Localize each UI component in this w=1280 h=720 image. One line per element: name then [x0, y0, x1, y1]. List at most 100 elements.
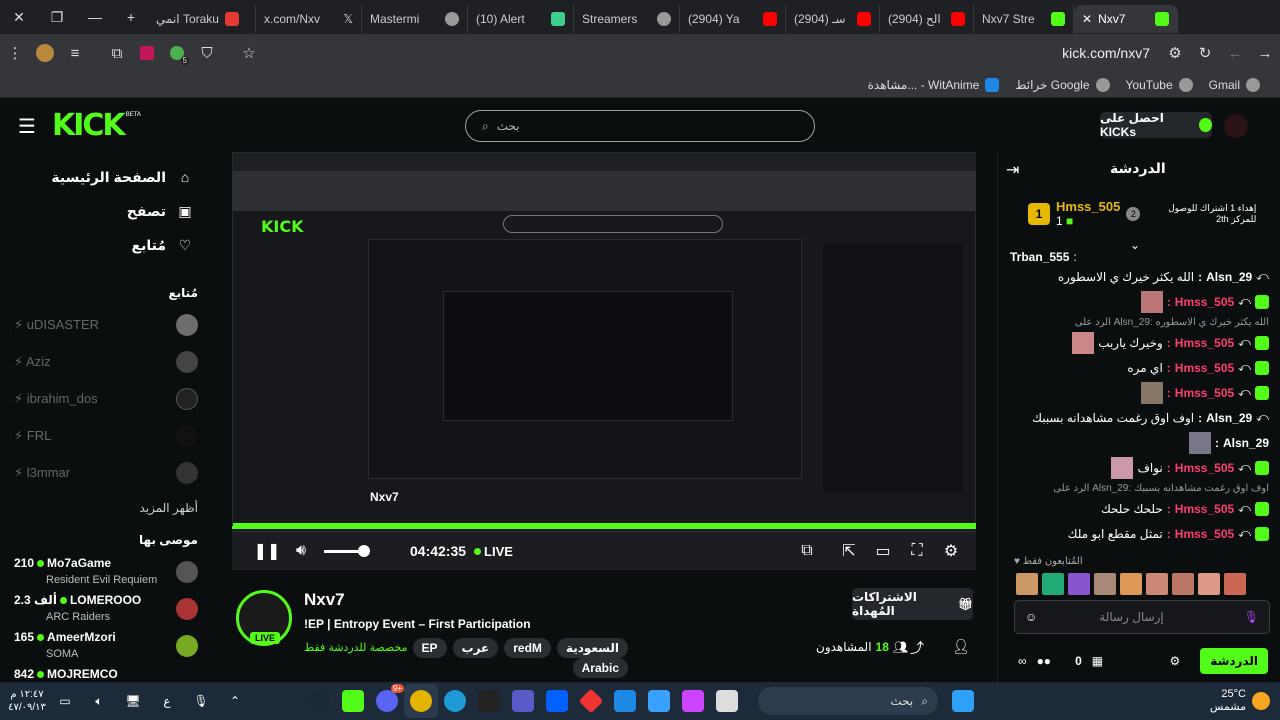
discord-icon[interactable]: 9+ — [370, 684, 404, 718]
volume-tray-icon[interactable]: 🔈︎ — [82, 684, 116, 718]
infinity-icon[interactable]: ∞ — [1018, 654, 1027, 668]
mail-icon[interactable] — [608, 684, 642, 718]
emote[interactable] — [1120, 573, 1142, 595]
bookmark-maps[interactable]: خرائط Google — [1015, 77, 1110, 92]
reload-icon[interactable]: ↻ — [1190, 38, 1220, 68]
reply-icon[interactable]: ⤺ — [1256, 269, 1269, 284]
browser-tab[interactable]: (2904) Ya — [680, 5, 786, 33]
chat-settings-icon[interactable]: ⚙ — [1170, 654, 1181, 668]
username[interactable]: Trban_555 — [1010, 250, 1069, 264]
follow-icon[interactable]: 👤︎ — [952, 638, 970, 655]
emote[interactable] — [1068, 573, 1090, 595]
username[interactable]: Alsn_29 — [1206, 411, 1252, 425]
recommended-channel[interactable]: 165 AmeerMzori SOMA — [0, 627, 212, 664]
followed-channel[interactable]: ⚡ FRL — [0, 417, 212, 454]
windows-start-icon[interactable] — [946, 684, 980, 718]
extension-icon[interactable] — [132, 38, 162, 68]
gift-subs-button[interactable]: الاشتراكات المُهداة 🎁︎ — [852, 588, 973, 620]
channel-name[interactable]: Nxv7 — [304, 590, 345, 610]
pause-button[interactable]: ❚❚ — [250, 541, 284, 561]
share-icon[interactable]: ⤴ — [910, 638, 924, 658]
taskbar-search[interactable]: بحث ⌕ — [758, 687, 938, 715]
sidebar-item-browse[interactable]: ▣ تصفح — [0, 194, 212, 228]
followed-channel[interactable]: ⚡ uDISASTER — [0, 306, 212, 343]
username[interactable]: Hmss_505 — [1175, 461, 1234, 475]
chat-only-category[interactable]: مخصصة للدردشة فقط — [304, 641, 407, 654]
reply-icon[interactable]: ⤺ — [1238, 526, 1251, 541]
search-input[interactable]: ⌕ بحث — [465, 110, 815, 142]
volume-slider[interactable] — [324, 544, 370, 557]
app-icon[interactable] — [574, 684, 608, 718]
send-chat-button[interactable]: الدردشة — [1200, 648, 1268, 674]
user-avatar[interactable] — [1224, 114, 1248, 138]
gifter-name[interactable]: Hmss_505 — [1056, 199, 1120, 214]
browser-tab[interactable]: (2904) الح — [880, 5, 974, 33]
close-tab-icon[interactable]: ✕ — [1082, 12, 1092, 26]
menu-dots-icon[interactable]: ⋮ — [0, 38, 30, 68]
theater-mode-icon[interactable]: ▭ — [866, 541, 900, 561]
mic-icon[interactable]: 🎙︎ — [1244, 610, 1259, 624]
new-tab-button[interactable]: + — [114, 0, 148, 34]
dropbox-icon[interactable] — [540, 684, 574, 718]
show-more-link[interactable]: أظهر المزيد — [0, 495, 212, 521]
mic-tray-icon[interactable]: 🎙︎ — [184, 684, 218, 718]
browser-tab[interactable]: Mastermi — [362, 5, 468, 33]
shield-icon[interactable]: ⛉ — [192, 38, 222, 68]
tag[interactable]: Arabic — [572, 658, 628, 678]
username[interactable]: Hmss_505 — [1175, 336, 1234, 350]
minimize-window-icon[interactable]: — — [76, 0, 114, 34]
collapse-icon[interactable]: ⇱ — [832, 541, 866, 561]
browser-tab-active[interactable]: ✕ Nxv7 — [1074, 5, 1178, 33]
reading-list-icon[interactable]: ≡ — [60, 38, 90, 68]
clip-icon[interactable]: ⧉ — [790, 542, 824, 560]
reply-icon[interactable]: ⤺ — [1238, 460, 1251, 475]
volume-icon[interactable]: 🔊︎ — [284, 542, 318, 560]
sidebar-item-following[interactable]: ♡ مُتابع — [0, 228, 212, 262]
username[interactable]: Hmss_505 — [1175, 361, 1234, 375]
video-player[interactable]: KICK Nxv7 — [232, 152, 976, 570]
kick-logo[interactable]: KICK BETA — [52, 108, 141, 143]
browser-tab[interactable]: x.com/Nxv 𝕏 — [256, 5, 362, 33]
collapse-chat-icon[interactable]: ⇥ — [1006, 160, 1019, 180]
get-kicks-button[interactable]: احصل على KICKs — [1100, 111, 1212, 139]
steam-icon[interactable] — [302, 684, 336, 718]
emote[interactable] — [1172, 573, 1194, 595]
tag[interactable]: redM — [504, 638, 551, 658]
app-icon[interactable] — [336, 684, 370, 718]
bookmark-star-icon[interactable]: ☆ — [234, 38, 264, 68]
hamburger-menu-icon[interactable]: ☰ — [18, 114, 36, 139]
username[interactable]: Hmss_505 — [1175, 502, 1234, 516]
close-window-icon[interactable]: ✕ — [0, 0, 38, 34]
file-explorer-icon[interactable] — [710, 684, 744, 718]
fullscreen-icon[interactable]: ⛶ — [900, 542, 934, 560]
reply-icon[interactable]: ⤺ — [1238, 294, 1251, 309]
username[interactable]: Alsn_29 — [1206, 270, 1252, 284]
forward-icon[interactable]: ← — [1220, 38, 1250, 68]
username[interactable]: Hmss_505 — [1175, 386, 1234, 400]
reply-icon[interactable]: ⤺ — [1238, 385, 1251, 400]
username[interactable]: Hmss_505 — [1175, 527, 1234, 541]
tray-overflow-icon[interactable]: ⌃ — [218, 684, 252, 718]
bookmark-witanime[interactable]: مشاهدة... - WitAnime — [868, 77, 1000, 92]
gift-box-icon[interactable]: ▦ — [1092, 654, 1103, 668]
emote[interactable] — [1016, 573, 1038, 595]
battery-icon[interactable]: ▭ — [48, 684, 82, 718]
followed-channel[interactable]: ⚡ l3mmar — [0, 454, 212, 491]
browser-tab[interactable]: Nxv7 Stre — [974, 5, 1074, 33]
settings-gear-icon[interactable]: ⚙ — [934, 541, 968, 561]
emote[interactable] — [1042, 573, 1064, 595]
tag[interactable]: السعودية — [556, 638, 628, 658]
back-icon[interactable]: → — [1250, 38, 1280, 68]
profile-avatar[interactable] — [30, 38, 60, 68]
copilot-icon[interactable] — [676, 684, 710, 718]
recommended-channel[interactable]: 842 MOJREMCO — [0, 664, 212, 684]
live-indicator[interactable]: LIVE — [484, 544, 513, 559]
app-icon[interactable] — [506, 684, 540, 718]
address-bar[interactable]: kick.com/nxv7 — [1062, 45, 1150, 61]
recommended-channel[interactable]: 2.3 ألف LOMEROOO ARC Raiders — [0, 590, 212, 627]
extension-badge-icon[interactable]: 5 — [162, 38, 192, 68]
browser-tab[interactable]: Streamers — [574, 5, 680, 33]
epic-games-icon[interactable] — [472, 684, 506, 718]
bookmark-gmail[interactable]: Gmail — [1209, 77, 1260, 92]
network-icon[interactable]: 🖥︎ — [116, 684, 150, 718]
